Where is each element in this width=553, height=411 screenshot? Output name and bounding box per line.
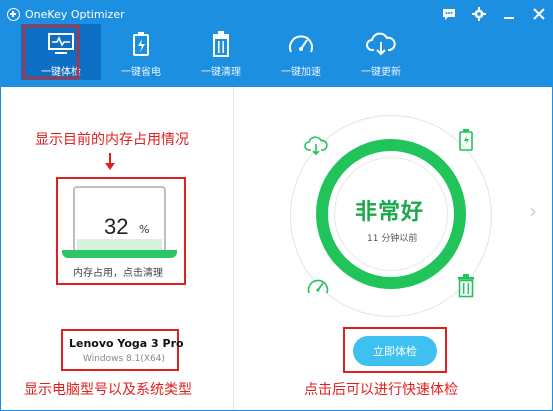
- laptop-base-icon: [62, 250, 177, 258]
- nav-item-cleanup[interactable]: 一键清理: [181, 24, 261, 80]
- close-button[interactable]: [530, 5, 548, 23]
- status-label: 非常好: [355, 200, 425, 225]
- app-title: OneKey Optimizer: [7, 6, 125, 22]
- check-now-button[interactable]: 立即体检: [353, 336, 437, 366]
- speedometer-icon: [286, 30, 316, 58]
- device-model: Lenovo Yoga 3 Pro: [69, 337, 184, 350]
- window-controls: [440, 5, 548, 23]
- device-os: Windows 8.1(X64): [83, 354, 165, 364]
- gear-icon[interactable]: [470, 5, 488, 23]
- trash-icon: [206, 30, 236, 58]
- main-window: OneKey Optimizer 一键体检 一键省电 一键清理 一键加速 一键更…: [0, 0, 553, 411]
- annotation-check: 点击后可以进行快速体检: [304, 382, 458, 398]
- nav-label-speed-up: 一键加速: [281, 67, 321, 78]
- annotation-arrow-icon: [105, 153, 115, 170]
- app-title-text: OneKey Optimizer: [25, 7, 125, 21]
- memory-usage-value: 32: [104, 214, 129, 239]
- nav-item-speed-up[interactable]: 一键加速: [261, 24, 341, 80]
- battery-icon: [126, 30, 156, 58]
- cloud-download-icon[interactable]: [303, 133, 329, 159]
- memory-fill-bar: [77, 239, 162, 250]
- annotation-device: 显示电脑型号以及系统类型: [24, 382, 192, 398]
- battery-icon[interactable]: [453, 127, 479, 153]
- nav-label-update: 一键更新: [361, 67, 401, 78]
- highlight-device: [61, 329, 179, 371]
- cloud-download-icon: [366, 30, 396, 58]
- memory-caption[interactable]: 内存占用，点击清理: [73, 264, 163, 279]
- nav-label-cleanup: 一键清理: [201, 67, 241, 78]
- app-logo-icon: [7, 7, 20, 21]
- main-nav: 一键体检 一键省电 一键清理 一键加速 一键更新: [21, 24, 421, 80]
- speedometer-icon[interactable]: [305, 273, 331, 299]
- nav-item-power-save[interactable]: 一键省电: [101, 24, 181, 80]
- minimize-button[interactable]: [500, 5, 518, 23]
- memory-usage-unit: %: [139, 223, 150, 236]
- title-bar: OneKey Optimizer 一键体检 一键省电 一键清理 一键加速 一键更…: [1, 1, 552, 87]
- highlight-nav-checkup: [23, 25, 79, 79]
- annotation-memory: 显示目前的内存占用情况: [35, 132, 189, 148]
- status-time: 11 分钟以前: [367, 234, 418, 244]
- nav-label-power-save: 一键省电: [121, 67, 161, 78]
- trash-icon[interactable]: [453, 273, 479, 299]
- feedback-icon[interactable]: [440, 5, 458, 23]
- chevron-right-icon[interactable]: ›: [529, 199, 537, 223]
- nav-item-update[interactable]: 一键更新: [341, 24, 421, 80]
